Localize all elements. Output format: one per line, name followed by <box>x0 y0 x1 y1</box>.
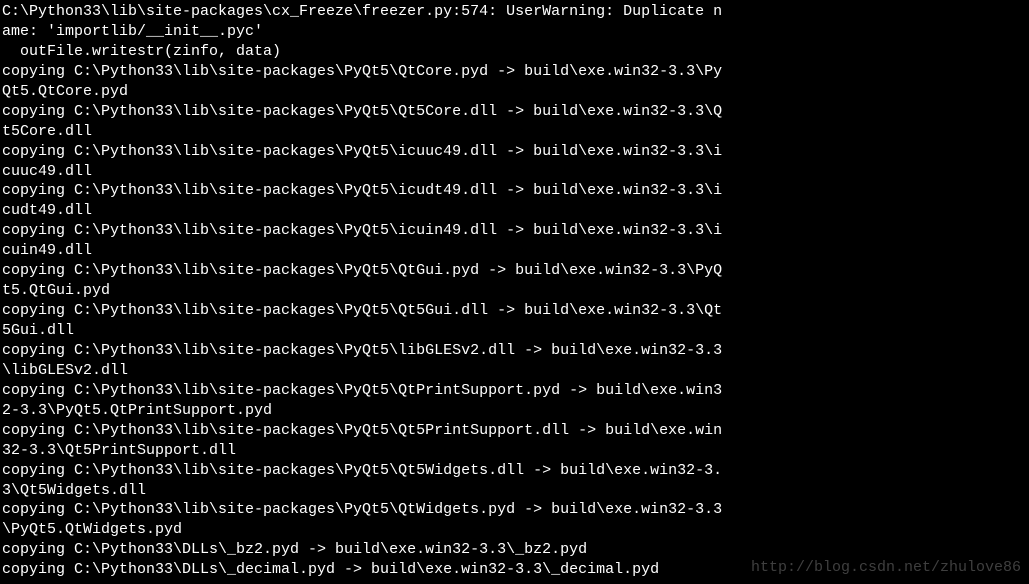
terminal-line: copying C:\Python33\lib\site-packages\Py… <box>2 181 1027 201</box>
terminal-line: cudt49.dll <box>2 201 1027 221</box>
terminal-line: cuin49.dll <box>2 241 1027 261</box>
terminal-line: 5Gui.dll <box>2 321 1027 341</box>
terminal-output[interactable]: C:\Python33\lib\site-packages\cx_Freeze\… <box>0 0 1029 582</box>
terminal-line: copying C:\Python33\lib\site-packages\Py… <box>2 102 1027 122</box>
terminal-line: t5.QtGui.pyd <box>2 281 1027 301</box>
terminal-line: Qt5.QtCore.pyd <box>2 82 1027 102</box>
terminal-line: \libGLESv2.dll <box>2 361 1027 381</box>
terminal-line: copying C:\Python33\lib\site-packages\Py… <box>2 381 1027 401</box>
terminal-line: 3\Qt5Widgets.dll <box>2 481 1027 501</box>
terminal-line: copying C:\Python33\DLLs\_bz2.pyd -> bui… <box>2 540 1027 560</box>
terminal-line: 2-3.3\PyQt5.QtPrintSupport.pyd <box>2 401 1027 421</box>
terminal-line: copying C:\Python33\DLLs\_decimal.pyd ->… <box>2 560 1027 580</box>
terminal-line: cuuc49.dll <box>2 162 1027 182</box>
terminal-line: \PyQt5.QtWidgets.pyd <box>2 520 1027 540</box>
terminal-line: copying C:\Python33\lib\site-packages\Py… <box>2 421 1027 441</box>
terminal-line: t5Core.dll <box>2 122 1027 142</box>
terminal-line: outFile.writestr(zinfo, data) <box>2 42 1027 62</box>
terminal-line: ame: 'importlib/__init__.pyc' <box>2 22 1027 42</box>
terminal-line: copying C:\Python33\lib\site-packages\Py… <box>2 261 1027 281</box>
terminal-line: copying C:\Python33\lib\site-packages\Py… <box>2 221 1027 241</box>
terminal-line: copying C:\Python33\lib\site-packages\Py… <box>2 62 1027 82</box>
terminal-line: C:\Python33\lib\site-packages\cx_Freeze\… <box>2 2 1027 22</box>
terminal-line: copying C:\Python33\lib\site-packages\Py… <box>2 301 1027 321</box>
terminal-line: copying C:\Python33\lib\site-packages\Py… <box>2 341 1027 361</box>
terminal-line: copying C:\Python33\lib\site-packages\Py… <box>2 142 1027 162</box>
terminal-line: copying C:\Python33\lib\site-packages\Py… <box>2 461 1027 481</box>
terminal-line: copying C:\Python33\lib\site-packages\Py… <box>2 500 1027 520</box>
terminal-line: 32-3.3\Qt5PrintSupport.dll <box>2 441 1027 461</box>
